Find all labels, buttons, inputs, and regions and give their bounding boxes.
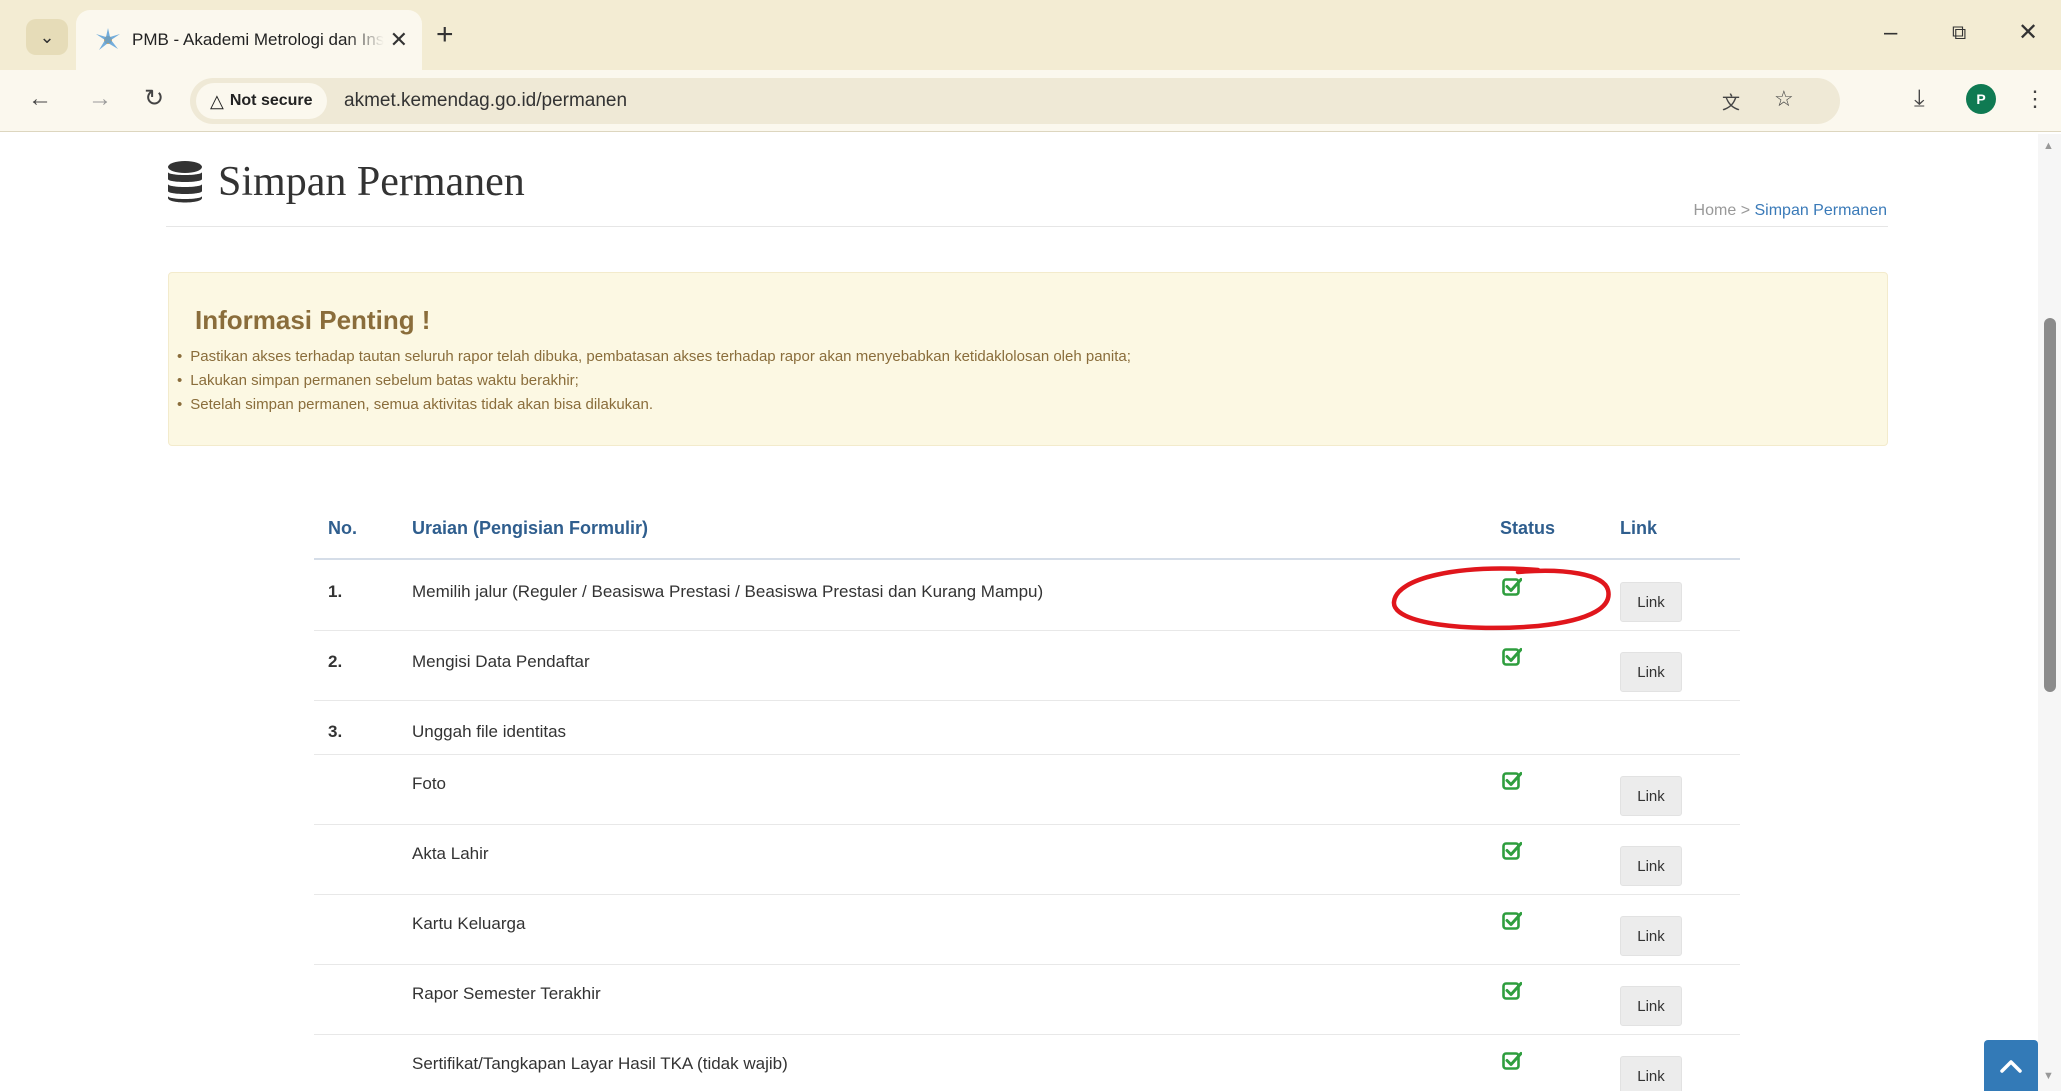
breadcrumb-current: Simpan Permanen — [1754, 202, 1887, 219]
new-tab-icon[interactable]: + — [436, 20, 454, 50]
browser-tab-bar: ⌄ PMB - Akademi Metrologi dan Instrument… — [0, 0, 2061, 70]
translate-icon[interactable]: 文 — [1722, 89, 1740, 115]
link-button[interactable]: Link — [1620, 986, 1682, 1026]
row-description: Kartu Keluarga — [412, 914, 526, 933]
profile-avatar[interactable]: P — [1966, 84, 1996, 114]
row-description: Foto — [412, 774, 447, 793]
site-favicon-icon — [96, 28, 120, 50]
url-text: akmet.kemendag.go.id/permanen — [344, 90, 628, 111]
alert-item: Setelah simpan permanen, semua aktivitas… — [177, 393, 1131, 417]
link-button[interactable]: Link — [1620, 776, 1682, 816]
check-square-icon — [1502, 842, 1522, 860]
row-description: Unggah file identitas — [412, 722, 567, 741]
row-divider — [314, 754, 1740, 755]
page-title: Simpan Permanen — [218, 159, 525, 205]
back-icon[interactable]: ← — [28, 84, 52, 114]
scrollbar-thumb[interactable] — [2044, 318, 2056, 692]
row-divider — [314, 1034, 1740, 1035]
reload-icon[interactable]: ↻ — [144, 84, 164, 114]
row-divider — [314, 964, 1740, 965]
restore-icon[interactable]: ⧉ — [1952, 18, 1966, 48]
header-link: Link — [1620, 518, 1658, 538]
browser-toolbar: ← → ↻ △ Not secure akmet.kemendag.go.id/… — [0, 70, 2061, 132]
row-description: Akta Lahir — [412, 844, 489, 863]
row-divider — [314, 824, 1740, 825]
breadcrumb-separator: > — [1740, 202, 1751, 219]
star-icon[interactable]: ☆ — [1774, 86, 1794, 112]
scroll-down-arrow-icon[interactable]: ▼ — [2043, 1070, 2054, 1082]
row-number: 2. — [328, 652, 343, 671]
info-alert: Informasi Penting ! Pastikan akses terha… — [168, 272, 1888, 446]
header-status: Status — [1500, 518, 1556, 538]
row-description: Sertifikat/Tangkapan Layar Hasil TKA (ti… — [412, 1054, 788, 1073]
check-square-icon — [1502, 912, 1522, 930]
row-number: 1. — [328, 582, 343, 601]
minimize-icon[interactable]: – — [1884, 18, 1897, 48]
page-heading: Simpan Permanen — [166, 158, 525, 206]
warning-icon: △ — [210, 90, 224, 111]
check-square-icon — [1502, 772, 1522, 790]
row-number: 3. — [328, 722, 343, 741]
annotation-circle — [1391, 566, 1611, 631]
security-indicator[interactable]: △ Not secure — [196, 83, 327, 119]
row-divider — [314, 894, 1740, 895]
download-icon[interactable]: ⤓ — [1914, 84, 1925, 114]
row-description: Memilih jalur (Reguler / Beasiswa Presta… — [412, 582, 1044, 601]
row-description: Rapor Semester Terakhir — [412, 984, 601, 1003]
header-no: No. — [328, 518, 357, 538]
check-square-icon — [1502, 648, 1522, 666]
close-window-icon[interactable]: ✕ — [2018, 18, 2038, 48]
link-button[interactable]: Link — [1620, 1056, 1682, 1091]
browser-tab[interactable]: PMB - Akademi Metrologi dan Instrumentas… — [76, 10, 422, 70]
link-button[interactable]: Link — [1620, 846, 1682, 886]
security-label: Not secure — [229, 92, 313, 109]
chevron-up-icon — [2000, 1059, 2022, 1073]
address-bar[interactable]: △ Not secure akmet.kemendag.go.id/perman… — [190, 78, 1840, 124]
heading-divider — [166, 226, 1888, 227]
link-button[interactable]: Link — [1620, 582, 1682, 622]
menu-icon[interactable]: ⋮ — [2024, 84, 2046, 114]
forward-icon[interactable]: → — [88, 84, 112, 114]
tab-close-icon[interactable]: ✕ — [390, 27, 408, 53]
header-divider — [314, 558, 1740, 560]
row-divider — [314, 700, 1740, 701]
check-square-icon — [1502, 982, 1522, 1000]
header-description: Uraian (Pengisian Formulir) — [412, 518, 649, 538]
check-square-icon — [1502, 1052, 1522, 1070]
breadcrumb: Home > Simpan Permanen — [1694, 202, 1887, 220]
link-button[interactable]: Link — [1620, 652, 1682, 692]
alert-item: Pastikan akses terhadap tautan seluruh r… — [177, 345, 1131, 369]
breadcrumb-home[interactable]: Home — [1694, 202, 1737, 219]
alert-list: Pastikan akses terhadap tautan seluruh r… — [177, 345, 1131, 417]
alert-item: Lakukan simpan permanen sebelum batas wa… — [177, 369, 1131, 393]
back-to-top-button[interactable] — [1984, 1040, 2038, 1091]
alert-title: Informasi Penting ! — [195, 305, 431, 335]
tab-title: PMB - Akademi Metrologi dan Instrumentas… — [132, 30, 384, 49]
row-description: Mengisi Data Pendaftar — [412, 652, 590, 671]
scroll-up-arrow-icon[interactable]: ▲ — [2043, 140, 2054, 152]
link-button[interactable]: Link — [1620, 916, 1682, 956]
tab-search-dropdown-icon[interactable]: ⌄ — [26, 19, 68, 55]
database-icon — [168, 161, 202, 203]
